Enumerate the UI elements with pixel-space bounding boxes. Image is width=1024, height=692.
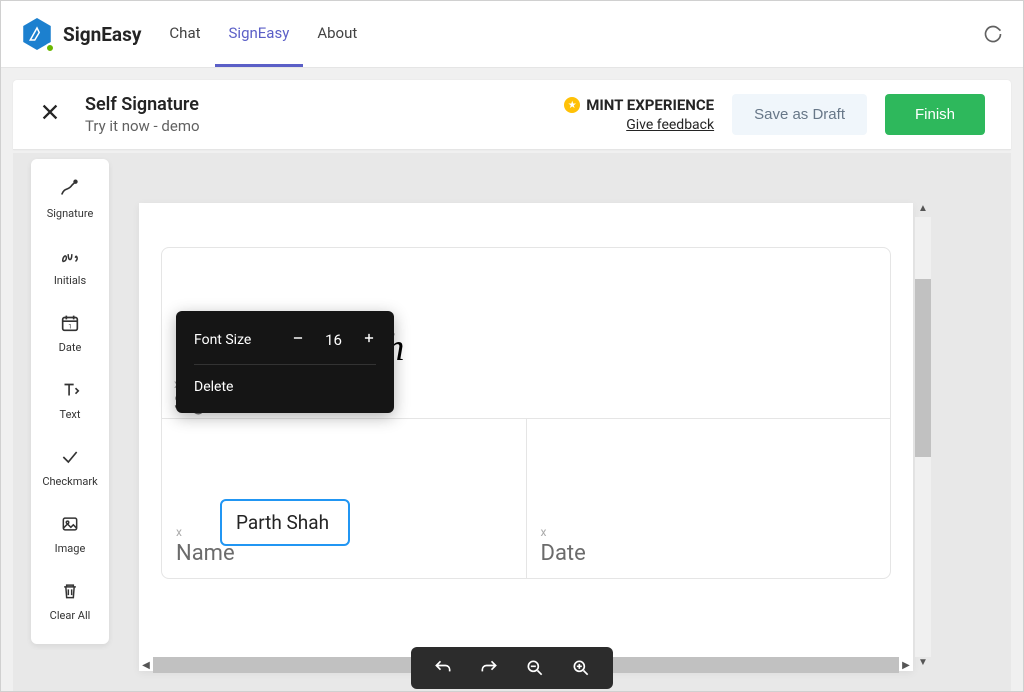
- document-title-block: Self Signature Try it now - demo: [85, 94, 200, 135]
- calendar-icon: 1: [59, 311, 81, 335]
- vertical-scroll-thumb[interactable]: [915, 279, 931, 457]
- tab-signeasy[interactable]: SignEasy: [215, 2, 304, 67]
- scroll-right-icon[interactable]: ▶: [899, 657, 913, 673]
- sidebar-item-initials[interactable]: Initials: [31, 234, 109, 301]
- date-field: x Date: [527, 419, 891, 578]
- sidebar-item-signature[interactable]: Signature: [31, 167, 109, 234]
- brand: SignEasy: [21, 18, 155, 50]
- scroll-down-icon[interactable]: ▼: [915, 657, 931, 671]
- status-online-icon: [45, 43, 55, 53]
- sidebar-item-label: Clear All: [50, 609, 91, 622]
- sidebar-item-label: Signature: [47, 207, 94, 220]
- form-container: parth x Signature Parth Shah Font Size: [161, 247, 891, 579]
- tab-about[interactable]: About: [303, 2, 371, 67]
- image-icon: [59, 512, 81, 536]
- refresh-icon[interactable]: [983, 24, 1003, 44]
- text-context-menu: Font Size 16: [176, 311, 394, 413]
- editor-area: Signature Initials 1 Date Text Checkmark: [13, 153, 1011, 691]
- tab-chat[interactable]: Chat: [155, 2, 214, 67]
- sidebar-item-text[interactable]: Text: [31, 368, 109, 435]
- document-canvas[interactable]: parth x Signature Parth Shah Font Size: [139, 203, 913, 671]
- sidebar-item-label: Text: [60, 408, 81, 421]
- sidebar-item-label: Image: [55, 542, 86, 555]
- sidebar-item-date[interactable]: 1 Date: [31, 301, 109, 368]
- document-subtitle: Try it now - demo: [85, 117, 200, 135]
- font-size-value: 16: [325, 331, 342, 349]
- document-header: Self Signature Try it now - demo ★ MINT …: [13, 80, 1011, 150]
- name-text-input[interactable]: Parth Shah: [220, 499, 350, 546]
- scroll-up-icon[interactable]: ▲: [915, 203, 931, 217]
- sidebar-item-image[interactable]: Image: [31, 502, 109, 569]
- font-size-increase-button[interactable]: [362, 329, 376, 350]
- document-title: Self Signature: [85, 94, 200, 115]
- close-icon[interactable]: [39, 101, 61, 129]
- sidebar-item-checkmark[interactable]: Checkmark: [31, 435, 109, 502]
- vertical-scrollbar[interactable]: ▲ ▼: [915, 203, 931, 671]
- sidebar-item-clear-all[interactable]: Clear All: [31, 569, 109, 636]
- save-draft-button[interactable]: Save as Draft: [732, 94, 867, 135]
- brand-name: SignEasy: [63, 23, 141, 46]
- delete-button[interactable]: Delete: [194, 379, 233, 395]
- date-x-marker: x: [541, 525, 877, 539]
- star-icon: ★: [564, 97, 580, 113]
- sidebar-item-label: Date: [59, 341, 82, 354]
- scroll-left-icon[interactable]: ◀: [139, 657, 153, 673]
- checkmark-icon: [58, 445, 82, 469]
- font-size-label: Font Size: [194, 332, 251, 348]
- app-header: SignEasy Chat SignEasy About: [1, 1, 1023, 68]
- svg-text:1: 1: [68, 323, 72, 331]
- mint-experience: ★ MINT EXPERIENCE Give feedback: [564, 96, 714, 133]
- text-icon: [59, 378, 81, 402]
- sidebar-item-label: Checkmark: [42, 475, 97, 488]
- zoom-out-button[interactable]: [525, 657, 545, 679]
- zoom-toolbar: [411, 647, 613, 689]
- signature-icon: [58, 177, 82, 201]
- nav-tabs: Chat SignEasy About: [155, 2, 371, 67]
- finish-button[interactable]: Finish: [885, 94, 985, 135]
- initials-icon: [58, 244, 82, 268]
- give-feedback-link[interactable]: Give feedback: [626, 117, 714, 133]
- redo-button[interactable]: [479, 657, 499, 679]
- sidebar-item-label: Initials: [54, 274, 86, 287]
- undo-button[interactable]: [433, 657, 453, 679]
- font-size-decrease-button[interactable]: [291, 329, 305, 350]
- trash-icon: [60, 579, 80, 603]
- tools-sidebar: Signature Initials 1 Date Text Checkmark: [31, 159, 109, 644]
- name-field: Parth Shah Font Size 16: [162, 419, 527, 578]
- date-field-label: Date: [541, 541, 877, 566]
- mint-label: MINT EXPERIENCE: [586, 96, 714, 114]
- zoom-in-button[interactable]: [571, 657, 591, 679]
